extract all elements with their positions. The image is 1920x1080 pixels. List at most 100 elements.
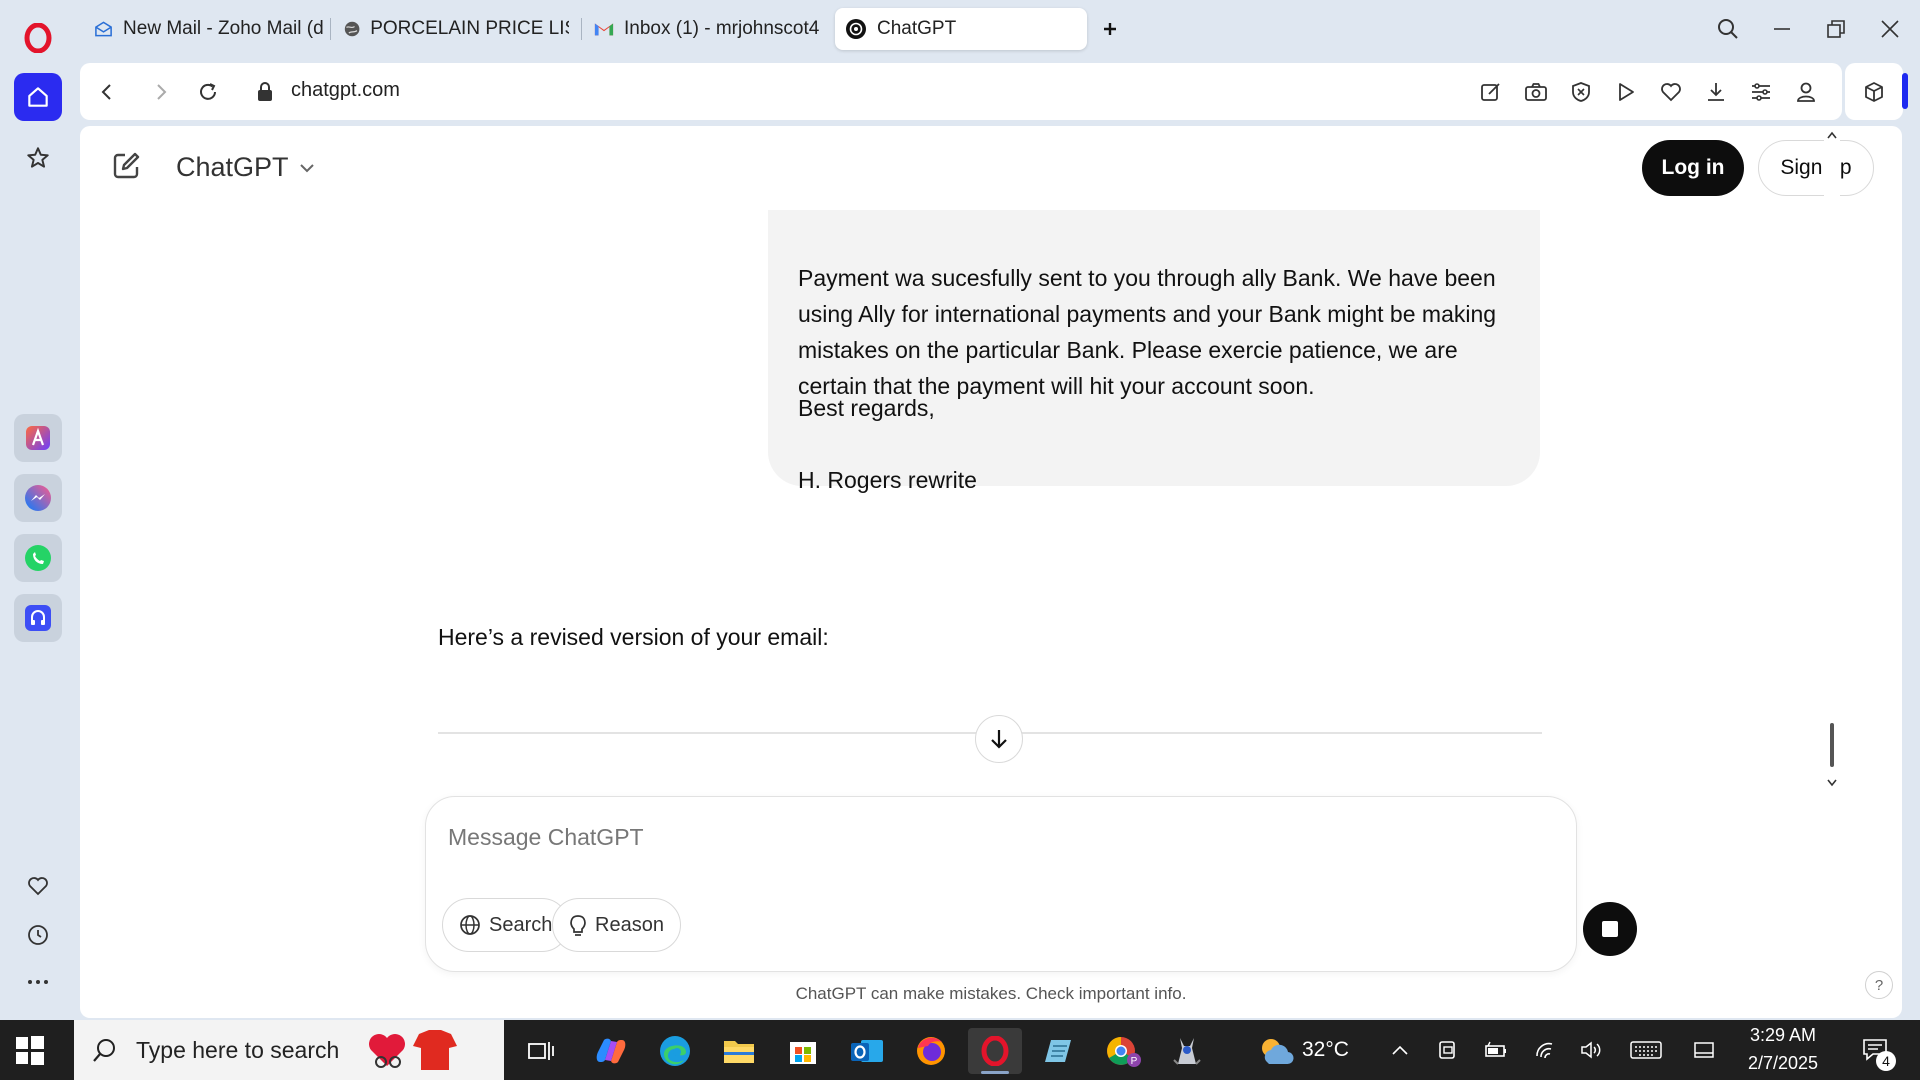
mail-icon: [95, 21, 112, 37]
back-arrow-icon[interactable]: [92, 77, 122, 107]
pinboard-star-icon[interactable]: [14, 134, 62, 182]
message-input[interactable]: [448, 819, 1448, 855]
svg-text:P: P: [1131, 1056, 1138, 1067]
reason-button[interactable]: Reason: [552, 898, 681, 952]
edge-browser-icon[interactable]: [648, 1028, 702, 1074]
new-chat-edit-icon[interactable]: [110, 150, 142, 182]
wifi-icon[interactable]: [1532, 1036, 1560, 1064]
tab-label: PORCELAIN PRICE LIST.xls: [370, 18, 569, 39]
music-player-icon[interactable]: [14, 594, 62, 642]
snapshot-edit-icon[interactable]: [1477, 78, 1505, 106]
extensions-cube-icon[interactable]: [1845, 63, 1903, 120]
assistant-message: Here’s a revised version of your email:: [438, 624, 829, 650]
url-text[interactable]: chatgpt.com: [291, 79, 400, 102]
user-message-signature: H. Rogers rewrite: [798, 467, 977, 493]
opera-logo-icon[interactable]: [14, 14, 62, 62]
address-bar: chatgpt.com: [80, 63, 1842, 120]
model-selector[interactable]: ChatGPT: [176, 152, 315, 183]
heart-icon[interactable]: [14, 862, 62, 910]
active-indicator: [981, 1071, 1009, 1074]
meet-now-icon[interactable]: [1434, 1036, 1462, 1064]
more-dots-icon[interactable]: [14, 958, 62, 1006]
minimize-icon[interactable]: [1760, 10, 1804, 48]
scroll-to-bottom-button[interactable]: [975, 715, 1023, 763]
windows-start-icon[interactable]: [14, 1034, 46, 1066]
battery-icon[interactable]: [1482, 1036, 1510, 1064]
whatsapp-icon[interactable]: [14, 534, 62, 582]
chatgpt-icon: [846, 19, 866, 39]
globe-icon: [460, 915, 480, 935]
stop-generating-button[interactable]: [1583, 902, 1637, 956]
weather-temperature[interactable]: 32°C: [1302, 1038, 1349, 1062]
gmail-icon: [594, 23, 614, 36]
message-composer: Search Reason: [425, 796, 1637, 972]
tab-zoho-mail[interactable]: New Mail - Zoho Mail (dir: [84, 8, 334, 50]
clock-time[interactable]: 3:29 AM: [1740, 1025, 1826, 1046]
restore-window-icon[interactable]: [1814, 10, 1858, 48]
outlook-icon[interactable]: [840, 1028, 894, 1074]
taskbar-search-placeholder: Type here to search: [136, 1036, 340, 1063]
messenger-icon[interactable]: [14, 474, 62, 522]
tab-search-icon[interactable]: [1706, 10, 1750, 48]
tab-label: ChatGPT: [877, 18, 957, 39]
disclaimer-text: ChatGPT can make mistakes. Check importa…: [795, 984, 1187, 1003]
notification-count-badge: 4: [1876, 1051, 1896, 1071]
search-highlight-heart-shirt-icon: [369, 1030, 458, 1070]
taskbar: Type here to search P 32°C 3:29 AM 2/7/2…: [0, 1020, 1920, 1080]
aria-ai-icon[interactable]: [14, 414, 62, 462]
camera-icon[interactable]: [1522, 78, 1550, 106]
tab-gmail-inbox[interactable]: Inbox (1) - mrjohnscot4@: [584, 8, 829, 50]
home-icon[interactable]: [14, 73, 62, 121]
reload-icon[interactable]: [193, 77, 223, 107]
page-scrollbar[interactable]: [1824, 126, 1840, 1018]
file-explorer-icon[interactable]: [712, 1028, 766, 1074]
firefox-icon[interactable]: [904, 1028, 958, 1074]
taskbar-display-icon[interactable]: [1690, 1036, 1718, 1064]
lightbulb-icon: [570, 915, 586, 936]
task-view-icon[interactable]: [514, 1028, 568, 1074]
taskbar-search-box[interactable]: Type here to search: [74, 1020, 504, 1080]
user-message-paragraph: Payment wa sucesfully sent to you throug…: [798, 265, 1497, 399]
opera-sidebar: [0, 0, 76, 1020]
copilot-icon[interactable]: [584, 1028, 638, 1074]
clock-date[interactable]: 2/7/2025: [1740, 1053, 1826, 1074]
chevron-down-icon: [299, 163, 314, 172]
easy-setup-icon[interactable]: [1747, 78, 1775, 106]
close-window-icon[interactable]: [1868, 10, 1912, 48]
touch-keyboard-icon[interactable]: [1628, 1036, 1664, 1064]
model-name: ChatGPT: [176, 152, 289, 182]
show-hidden-icons-chevron-icon[interactable]: [1386, 1036, 1414, 1064]
user-message-closing: Best regards,: [798, 395, 935, 421]
player-play-icon[interactable]: [1612, 78, 1640, 106]
forward-arrow-icon[interactable]: [146, 77, 176, 107]
search-button[interactable]: Search: [442, 898, 570, 952]
history-clock-icon[interactable]: [14, 911, 62, 959]
login-button[interactable]: Log in: [1642, 140, 1744, 196]
ad-blocker-shield-icon[interactable]: [1567, 78, 1595, 106]
tab-bar: New Mail - Zoho Mail (dir PORCELAIN PRIC…: [76, 0, 1920, 58]
new-tab-plus-icon[interactable]: [1092, 10, 1128, 48]
profile-icon[interactable]: [1792, 78, 1820, 106]
notepad-icon[interactable]: [1032, 1028, 1086, 1074]
download-icon[interactable]: [1702, 78, 1730, 106]
help-button[interactable]: ?: [1865, 971, 1893, 999]
game-character-icon[interactable]: [1160, 1028, 1214, 1074]
tab-separator: [330, 18, 331, 40]
opera-taskbar-icon[interactable]: [968, 1028, 1022, 1074]
arrow-down-icon: [991, 730, 1007, 749]
signup-button[interactable]: Sign up: [1758, 140, 1874, 196]
lock-icon[interactable]: [250, 77, 280, 107]
reason-label: Reason: [595, 913, 664, 936]
volume-icon[interactable]: [1578, 1036, 1606, 1064]
tab-porcelain-price-list[interactable]: PORCELAIN PRICE LIST.xls: [334, 8, 579, 50]
search-label: Search: [489, 913, 553, 936]
chrome-profile-icon[interactable]: P: [1096, 1028, 1150, 1074]
globe-icon: [344, 21, 360, 37]
user-message-bubble: Payment wa sucesfully sent to you throug…: [768, 210, 1540, 493]
microsoft-store-icon[interactable]: [776, 1028, 830, 1074]
bookmark-heart-icon[interactable]: [1657, 78, 1685, 106]
weather-icon[interactable]: [1254, 1028, 1298, 1074]
tab-label: New Mail - Zoho Mail (dir: [123, 18, 324, 39]
tab-chatgpt[interactable]: ChatGPT: [835, 8, 1087, 50]
sidebar-toggle-indicator[interactable]: [1902, 73, 1908, 109]
